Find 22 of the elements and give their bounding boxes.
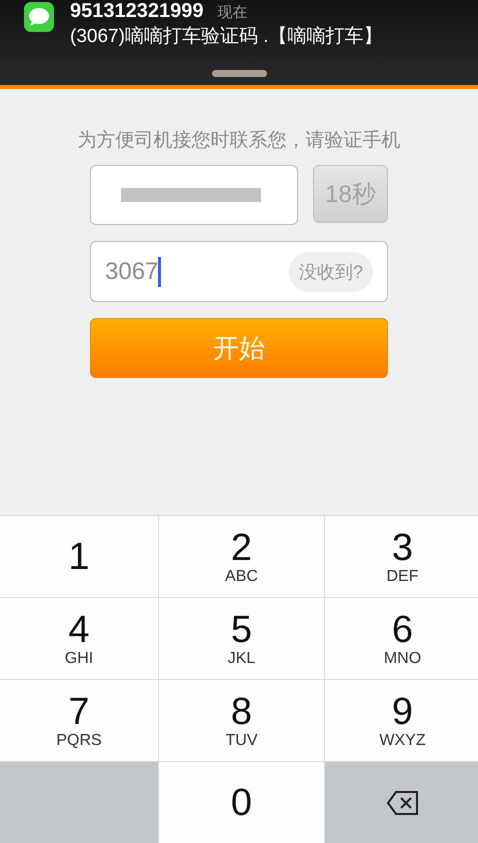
code-value: 3067 <box>105 258 158 286</box>
sender-number: 951312321999 <box>70 0 204 22</box>
notification-banner[interactable]: 951312321999 现在 (3067)嘀嘀打车验证码 .【嘀嘀打车】 <box>0 0 478 89</box>
keypad-key[interactable]: 4 GHI <box>0 598 158 679</box>
phone-field[interactable] <box>90 165 298 225</box>
text-caret <box>158 256 162 286</box>
keypad-key[interactable]: 9 WXYZ <box>325 680 478 761</box>
keypad-key[interactable]: 3 DEF <box>325 516 478 597</box>
drag-handle[interactable] <box>212 70 266 77</box>
message-icon <box>24 2 54 32</box>
notification-message: (3067)嘀嘀打车验证码 .【嘀嘀打车】 <box>70 25 382 49</box>
keypad-key[interactable]: 1 <box>0 516 158 597</box>
backspace-key[interactable] <box>325 762 478 843</box>
keypad-key[interactable]: 7 PQRS <box>0 680 158 761</box>
backspace-icon <box>386 790 420 816</box>
prompt-text: 为方便司机接您时联系您，请验证手机 <box>78 129 400 153</box>
keypad-key[interactable]: 0 <box>159 762 324 843</box>
keypad-key[interactable]: 5 JKL <box>159 598 324 679</box>
notification-time: 现在 <box>217 4 248 21</box>
keypad-key[interactable]: 8 TUV <box>159 680 324 761</box>
keypad-key[interactable]: 6 MNO <box>325 598 478 679</box>
keypad-key[interactable]: 2 ABC <box>159 516 324 597</box>
